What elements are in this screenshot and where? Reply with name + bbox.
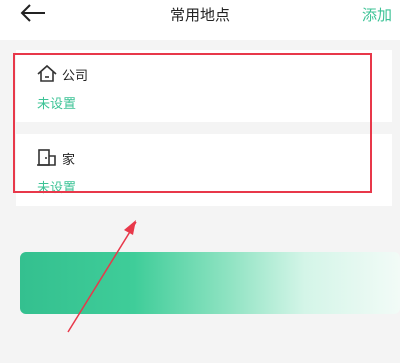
primary-action-button[interactable] [20, 252, 400, 314]
page-title: 常用地点 [169, 6, 230, 24]
header-bar: 常用地点 添加 [0, 0, 400, 40]
annotation-highlight-box [13, 53, 372, 193]
add-place-button[interactable]: 添加 [362, 4, 392, 25]
